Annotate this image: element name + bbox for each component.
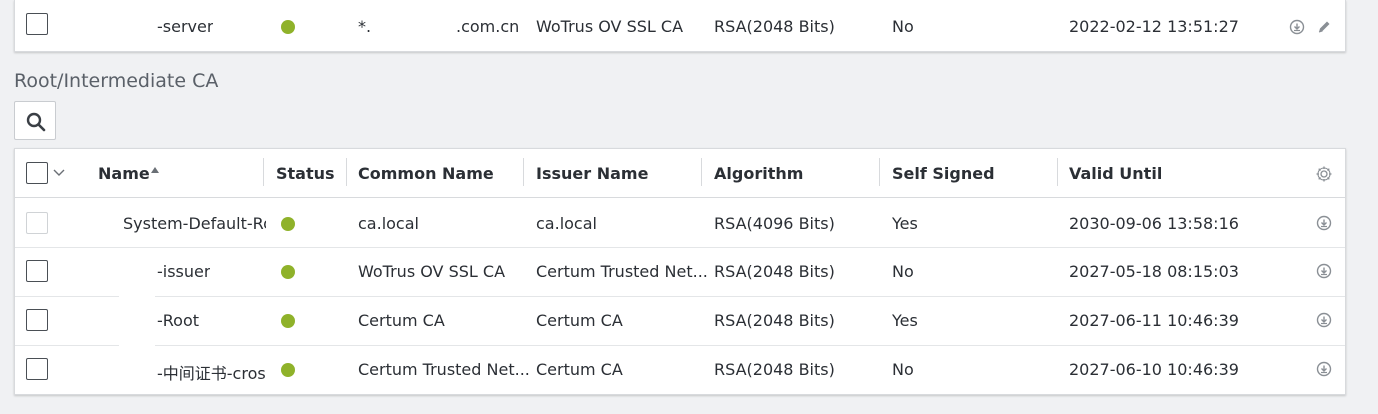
gear-icon[interactable] [1315, 165, 1333, 183]
self-signed: No [892, 17, 914, 36]
algorithm: RSA(2048 Bits) [714, 311, 835, 330]
column-header-status[interactable]: Status [276, 164, 335, 183]
algorithm: RSA(2048 Bits) [714, 17, 835, 36]
magnifier-icon [26, 112, 46, 132]
ca-table: Name Status Common Name Issuer Name Algo… [14, 148, 1346, 395]
self-signed: Yes [892, 214, 918, 233]
algorithm: RSA(2048 Bits) [714, 262, 835, 281]
common-name: Certum CA [358, 311, 445, 330]
sort-asc-icon[interactable] [150, 166, 160, 174]
valid-until: 2027-05-18 08:15:03 [1069, 262, 1239, 281]
status-ok-indicator [281, 363, 295, 377]
column-header-common-name[interactable]: Common Name [358, 164, 494, 183]
issuer-name: ca.local [536, 214, 597, 233]
table-row[interactable]: -issuer WoTrus OV SSL CA Certum Trusted … [15, 248, 1345, 297]
table-row[interactable]: System-Default-Roc ca.local ca.local RSA… [15, 199, 1345, 248]
cert-name[interactable]: -中间证书-cros [157, 360, 265, 384]
download-circle-icon[interactable] [1316, 215, 1332, 231]
valid-until: 2030-09-06 13:58:16 [1069, 214, 1239, 233]
common-name: WoTrus OV SSL CA [358, 262, 506, 281]
table-row[interactable]: -Root Certum CA Certum CA RSA(2048 Bits)… [15, 297, 1345, 346]
cert-name[interactable]: -server [157, 17, 213, 36]
download-circle-icon[interactable] [1289, 19, 1305, 35]
row-checkbox[interactable] [26, 13, 48, 35]
row-checkbox[interactable] [26, 260, 48, 282]
download-circle-icon[interactable] [1316, 312, 1332, 328]
section-title: Root/Intermediate CA [14, 70, 219, 92]
algorithm: RSA(4096 Bits) [714, 214, 835, 233]
row-checkbox [26, 212, 48, 234]
server-cert-table-tail: -server *.s .com.cn WoTrus OV SSL CA RSA… [14, 0, 1346, 52]
select-all-checkbox[interactable] [26, 162, 48, 184]
cert-name[interactable]: -issuer [157, 262, 210, 281]
status-ok-indicator [281, 265, 295, 279]
issuer-name: Certum CA [536, 360, 623, 379]
row-checkbox[interactable] [26, 358, 48, 380]
algorithm: RSA(2048 Bits) [714, 360, 835, 379]
row-checkbox[interactable] [26, 309, 48, 331]
valid-until: 2027-06-10 10:46:39 [1069, 360, 1239, 379]
column-header-self-signed[interactable]: Self Signed [892, 164, 995, 183]
common-name-prefix: *.s [358, 17, 372, 36]
common-name: ca.local [358, 214, 419, 233]
column-header-name[interactable]: Name [98, 164, 150, 183]
redaction-mask [119, 338, 155, 354]
column-header-algorithm[interactable]: Algorithm [714, 164, 803, 183]
table-row[interactable]: -中间证书-cros Certum Trusted Net... Certum … [15, 346, 1345, 395]
redaction-mask [119, 289, 155, 305]
common-name-suffix: .com.cn [456, 17, 520, 36]
column-header-valid-until[interactable]: Valid Until [1069, 164, 1162, 183]
status-ok-indicator [281, 314, 295, 328]
self-signed: Yes [892, 311, 918, 330]
valid-until: 2022-02-12 13:51:27 [1069, 17, 1239, 36]
chevron-down-icon[interactable] [53, 169, 65, 177]
download-circle-icon[interactable] [1316, 361, 1332, 377]
column-header-issuer-name[interactable]: Issuer Name [536, 164, 648, 183]
issuer-name: Certum Trusted Net... [536, 262, 708, 281]
pencil-icon[interactable] [1316, 19, 1332, 35]
issuer-name: Certum CA [536, 311, 623, 330]
search-button[interactable] [14, 101, 56, 140]
self-signed: No [892, 262, 914, 281]
download-circle-icon[interactable] [1316, 263, 1332, 279]
common-name: Certum Trusted Net... [358, 360, 530, 379]
table-header: Name Status Common Name Issuer Name Algo… [15, 149, 1345, 198]
status-ok-indicator [281, 20, 295, 34]
status-ok-indicator [281, 217, 295, 231]
issuer-name: WoTrus OV SSL CA [536, 17, 684, 36]
valid-until: 2027-06-11 10:46:39 [1069, 311, 1239, 330]
cert-name[interactable]: -Root [157, 311, 199, 330]
cert-name[interactable]: System-Default-Roc [123, 214, 266, 233]
self-signed: No [892, 360, 914, 379]
